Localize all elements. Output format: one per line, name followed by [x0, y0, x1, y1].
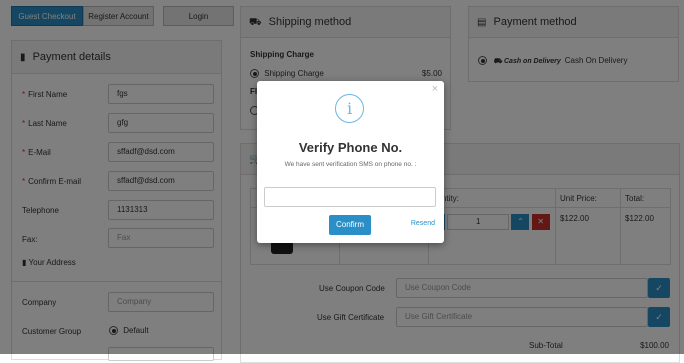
info-icon: i: [335, 94, 364, 123]
modal-subtitle: We have sent verification SMS on phone n…: [284, 161, 417, 168]
verification-code-input[interactable]: [264, 187, 436, 207]
verify-phone-modal: × i Verify Phone No. We have sent verifi…: [257, 81, 444, 243]
resend-link[interactable]: Resend: [411, 220, 435, 227]
modal-title: Verify Phone No.: [298, 140, 403, 155]
confirm-button[interactable]: Confirm: [329, 215, 371, 235]
close-icon[interactable]: ×: [432, 83, 438, 95]
